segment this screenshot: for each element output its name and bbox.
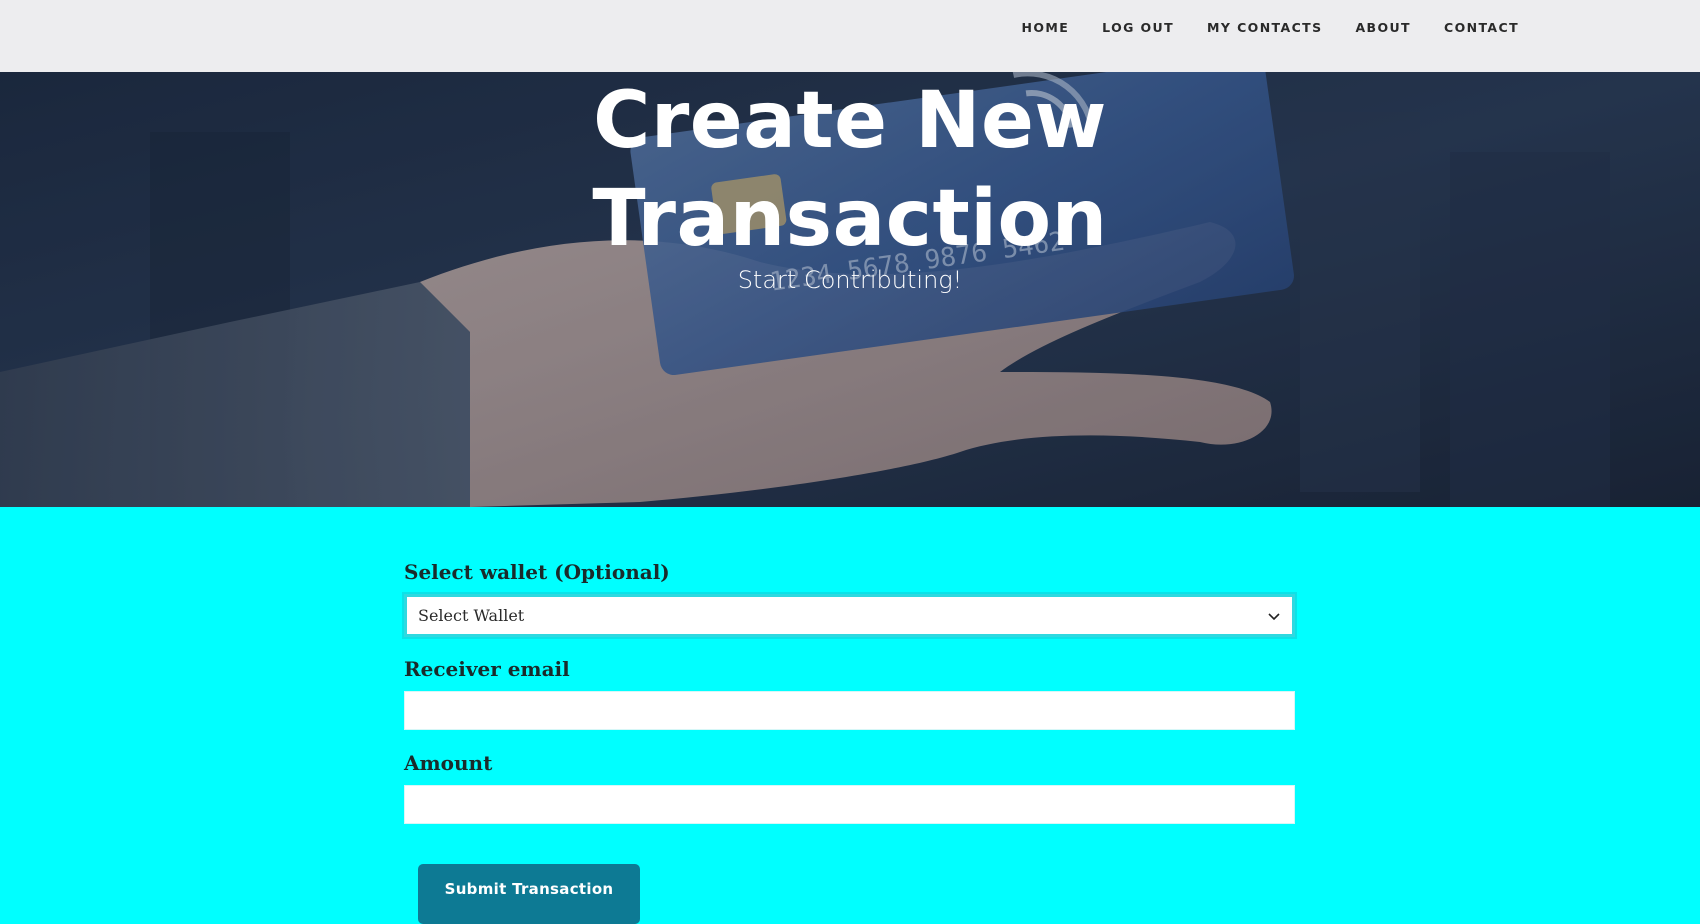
nav-links: HOME LOG OUT MY CONTACTS ABOUT CONTACT xyxy=(989,0,1520,54)
amount-field[interactable] xyxy=(404,785,1295,824)
nav-about-link[interactable]: ABOUT xyxy=(1355,20,1411,35)
submit-transaction-button[interactable]: Submit Transaction xyxy=(418,864,640,924)
wallet-select-value: Select Wallet xyxy=(418,606,525,625)
nav-contact-link[interactable]: CONTACT xyxy=(1444,20,1519,35)
nav-logout-link[interactable]: LOG OUT xyxy=(1102,20,1174,35)
transaction-form-section: Select wallet (Optional) Select Wallet R… xyxy=(0,507,1700,924)
amount-label: Amount xyxy=(404,751,493,775)
nav-home-link[interactable]: HOME xyxy=(1022,20,1070,35)
receiver-email-label: Receiver email xyxy=(404,657,570,681)
top-navbar: HOME LOG OUT MY CONTACTS ABOUT CONTACT xyxy=(0,0,1700,72)
page-subtitle: Start Contributing! xyxy=(737,266,963,294)
page-title-line2: Transaction xyxy=(592,174,1108,264)
wallet-select[interactable]: Select Wallet xyxy=(404,594,1295,637)
page-title: Create New Transaction xyxy=(500,72,1200,268)
transaction-form: Select wallet (Optional) Select Wallet R… xyxy=(404,559,1295,924)
page-title-line1: Create New xyxy=(593,76,1107,166)
hero-banner: 1234 5678 9876 5462 Create New Transacti… xyxy=(0,72,1700,507)
chevron-down-icon xyxy=(1268,613,1280,621)
receiver-email-field[interactable] xyxy=(404,691,1295,730)
nav-my-contacts-link[interactable]: MY CONTACTS xyxy=(1207,20,1322,35)
wallet-label: Select wallet (Optional) xyxy=(404,560,670,584)
